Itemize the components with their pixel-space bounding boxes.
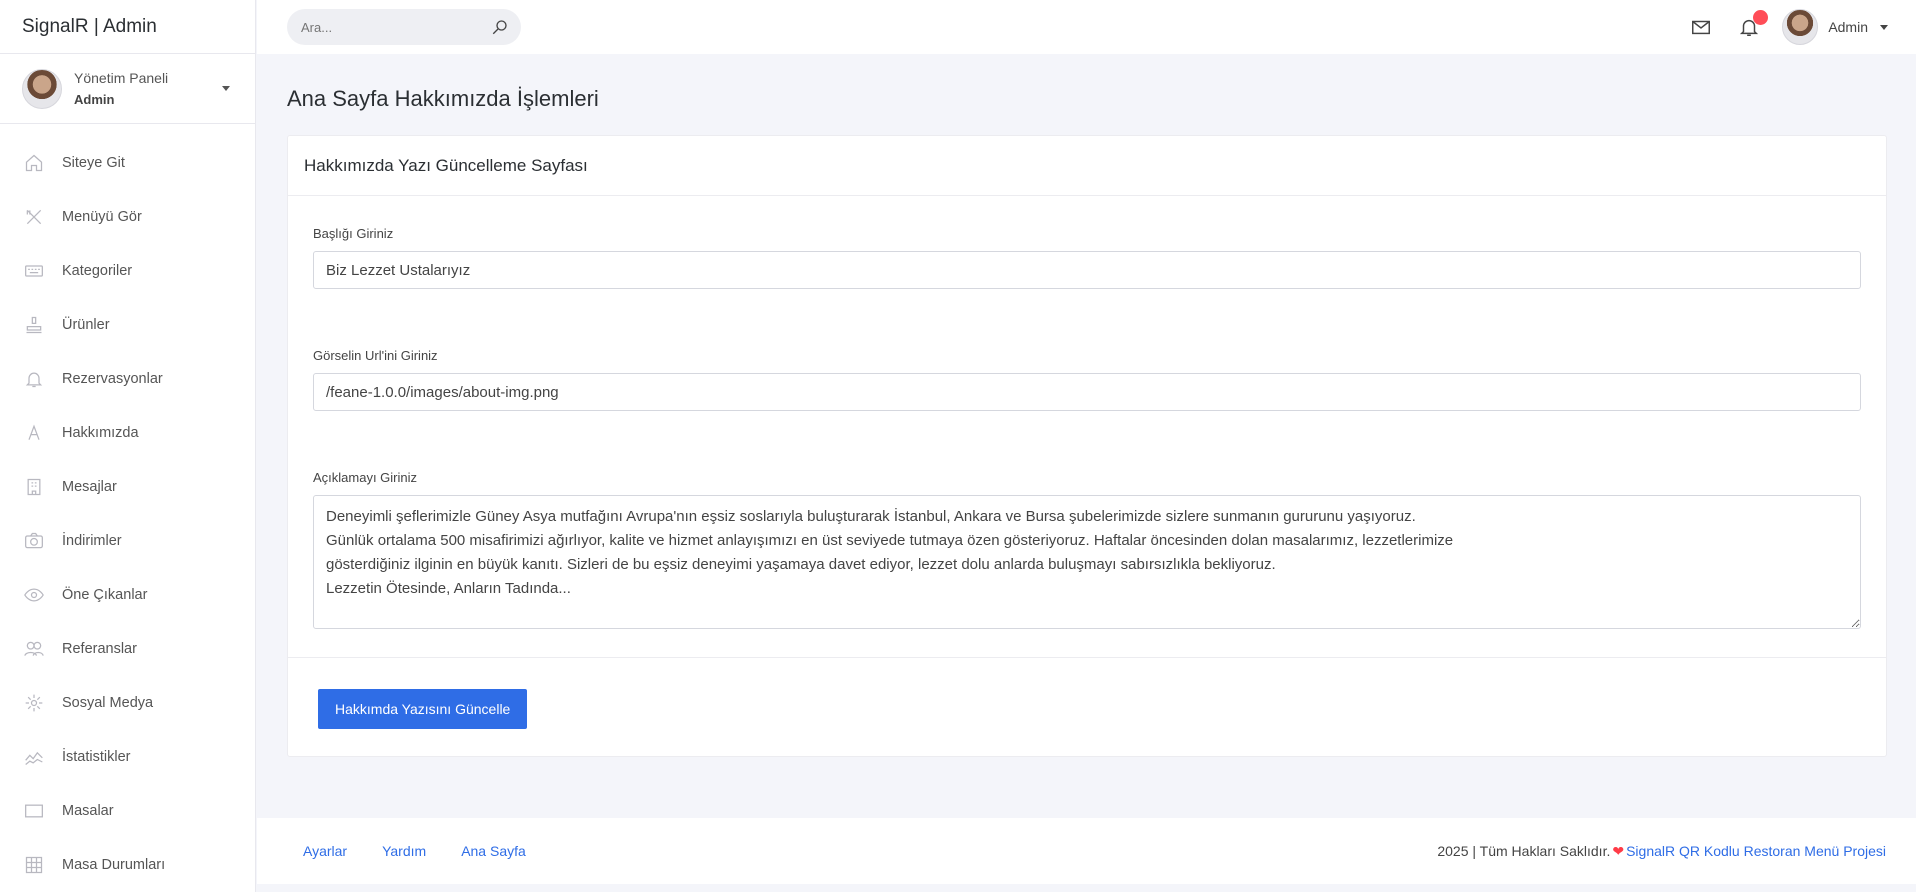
description-label: Açıklamayı Giriniz	[313, 470, 418, 485]
description-field-group: Açıklamayı Giriniz Deneyimli şeflerimizl…	[313, 470, 1861, 634]
footer-link-ana-sayfa[interactable]: Ana Sayfa	[461, 843, 526, 859]
chevron-down-icon[interactable]	[1880, 24, 1888, 30]
home-icon	[22, 151, 46, 175]
search-icon[interactable]	[491, 18, 509, 36]
sidebar-item-label: Öne Çıkanlar	[62, 587, 148, 603]
description-textarea[interactable]: Deneyimli şeflerimizle Güney Asya mutfağ…	[313, 495, 1861, 629]
users-icon	[22, 637, 46, 661]
sidebar-item-label: Referanslar	[62, 641, 137, 657]
project-link[interactable]: SignalR QR Kodlu Restoran Menü Projesi	[1626, 843, 1886, 859]
grid-icon	[22, 853, 46, 877]
footer-link-ayarlar[interactable]: Ayarlar	[303, 843, 347, 859]
title-label: Başlığı Giriniz	[313, 226, 394, 241]
sidebar-item-kategoriler[interactable]: Kategoriler	[0, 244, 255, 298]
chart-line-icon	[22, 745, 46, 769]
sidebar-user-menu[interactable]: Yönetim Paneli Admin	[0, 54, 255, 124]
sidebar-item-label: Ürünler	[62, 317, 110, 333]
stamp-icon	[22, 313, 46, 337]
notification-bell-icon[interactable]	[1738, 10, 1769, 38]
sidebar-item-one-cikanlar[interactable]: Öne Çıkanlar	[0, 568, 255, 622]
topbar: Admin	[257, 0, 1916, 54]
mail-icon[interactable]	[1690, 16, 1712, 38]
search-box	[287, 9, 521, 45]
sidebar-item-label: Hakkımızda	[62, 425, 139, 441]
user-panel-label: Yönetim Paneli	[74, 70, 169, 86]
sidebar-nav: Siteye Git Menüyü Gör Kategoriler Ürünle…	[0, 124, 255, 892]
sidebar-item-sosyal-medya[interactable]: Sosyal Medya	[0, 676, 255, 730]
sidebar-item-hakkimizda[interactable]: Hakkımızda	[0, 406, 255, 460]
sidebar-item-label: Siteye Git	[62, 155, 125, 171]
gear-icon	[22, 691, 46, 715]
sidebar: SignalR | Admin Yönetim Paneli Admin Sit…	[0, 0, 256, 892]
rectangle-icon	[22, 799, 46, 823]
sidebar-item-rezervasyonlar[interactable]: Rezervasyonlar	[0, 352, 255, 406]
card-title: Hakkımızda Yazı Güncelleme Sayfası	[288, 136, 1886, 196]
building-icon	[22, 475, 46, 499]
image-url-input[interactable]	[313, 373, 1861, 411]
sidebar-item-referanslar[interactable]: Referanslar	[0, 622, 255, 676]
divider	[288, 657, 1886, 658]
sidebar-item-label: Sosyal Medya	[62, 695, 154, 711]
notification-badge	[1753, 10, 1769, 25]
sidebar-item-masa-durumlari[interactable]: Masa Durumları	[0, 838, 255, 892]
utensils-icon	[22, 205, 46, 229]
footer-link-yardim[interactable]: Yardım	[382, 843, 426, 859]
letter-a-icon	[22, 421, 46, 445]
sidebar-item-label: İndirimler	[62, 533, 122, 549]
topbar-user-name[interactable]: Admin	[1828, 19, 1868, 35]
update-about-card: Hakkımızda Yazı Güncelleme Sayfası Başlı…	[287, 135, 1887, 757]
sidebar-item-label: Menüyü Gör	[62, 209, 142, 225]
image-url-field-group: Görselin Url'ini Giriniz	[313, 348, 1861, 411]
sidebar-item-siteye-git[interactable]: Siteye Git	[0, 136, 255, 190]
sidebar-item-istatistikler[interactable]: İstatistikler	[0, 730, 255, 784]
heart-icon: ❤	[1612, 842, 1625, 859]
sidebar-item-label: Rezervasyonlar	[62, 371, 163, 387]
sidebar-item-label: Mesajlar	[62, 479, 117, 495]
avatar[interactable]	[1782, 9, 1819, 45]
title-input[interactable]	[313, 251, 1861, 289]
copyright-text: 2025 | Tüm Hakları Saklıdır.	[1437, 843, 1611, 859]
chevron-down-icon[interactable]	[222, 86, 230, 91]
sidebar-item-menuyu-gor[interactable]: Menüyü Gör	[0, 190, 255, 244]
update-about-button[interactable]: Hakkımda Yazısını Güncelle	[318, 689, 528, 729]
sidebar-item-indirimler[interactable]: İndirimler	[0, 514, 255, 568]
sidebar-item-mesajlar[interactable]: Mesajlar	[0, 460, 255, 514]
footer: Ayarlar Yardım Ana Sayfa 2025 | Tüm Hakl…	[257, 818, 1916, 884]
search-input[interactable]	[287, 9, 521, 45]
image-url-label: Görselin Url'ini Giriniz	[313, 348, 438, 363]
sidebar-item-label: Masa Durumları	[62, 857, 166, 873]
title-field-group: Başlığı Giriniz	[313, 226, 1861, 289]
sidebar-item-label: Kategoriler	[62, 263, 133, 279]
avatar	[22, 68, 62, 109]
page-title: Ana Sayfa Hakkımızda İşlemleri	[287, 86, 599, 111]
user-role: Admin	[74, 92, 115, 107]
bell-icon	[22, 367, 46, 391]
eye-icon	[22, 583, 46, 607]
camera-icon	[22, 529, 46, 553]
keyboard-icon	[22, 259, 46, 283]
sidebar-item-urunler[interactable]: Ürünler	[0, 298, 255, 352]
brand-logo[interactable]: SignalR | Admin	[0, 0, 255, 54]
sidebar-item-label: İstatistikler	[62, 749, 131, 765]
sidebar-item-masalar[interactable]: Masalar	[0, 784, 255, 838]
sidebar-item-label: Masalar	[62, 803, 114, 819]
